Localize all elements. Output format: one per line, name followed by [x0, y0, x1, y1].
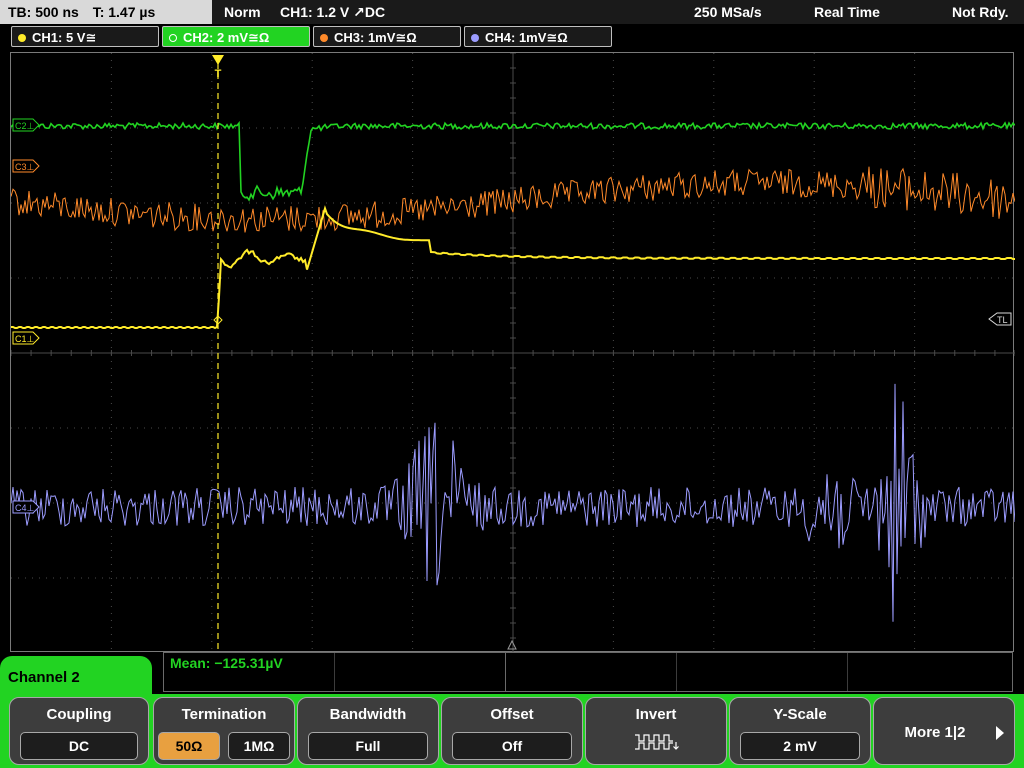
ch4-dot-icon: [471, 34, 479, 42]
sample-rate: 250 MSa/s: [694, 4, 762, 20]
trigger-marker-label: T: [215, 68, 222, 80]
tab-ch3[interactable]: CH3: 1mV≅Ω: [313, 26, 461, 47]
termination-1mohm-option[interactable]: 1MΩ: [228, 732, 290, 760]
coupling-softkey[interactable]: Coupling DC: [9, 697, 149, 765]
trigger-level-marker[interactable]: TL: [988, 312, 1012, 326]
yscale-title: Y-Scale: [773, 706, 827, 723]
menu-channel-tab[interactable]: Channel 2: [0, 656, 152, 696]
graticule: [11, 53, 1015, 653]
arrow-right-icon: [996, 726, 1004, 740]
tab-ch3-label: CH3: 1mV≅Ω: [334, 30, 417, 45]
offset-softkey[interactable]: Offset Off: [441, 697, 583, 765]
tab-ch4-label: CH4: 1mV≅Ω: [485, 30, 568, 45]
meas-divider: [334, 653, 335, 691]
offset-value[interactable]: Off: [452, 732, 572, 760]
bandwidth-value[interactable]: Full: [308, 732, 428, 760]
trigger-level-label: TL: [997, 315, 1008, 325]
ch1-level-marker[interactable]: C1⊥: [12, 331, 40, 345]
coupling-title: Coupling: [46, 706, 112, 723]
termination-title: Termination: [181, 706, 267, 723]
coupling-value[interactable]: DC: [20, 732, 138, 760]
tab-ch2-label: CH2: 2 mV≅Ω: [183, 30, 270, 45]
ch2-marker-label: C2⊥: [15, 121, 35, 131]
menu-channel-label: Channel 2: [8, 669, 80, 686]
tab-ch2[interactable]: CH2: 2 mV≅Ω: [162, 26, 310, 47]
trigger-status: Not Rdy.: [952, 4, 1009, 20]
tab-ch4[interactable]: CH4: 1mV≅Ω: [464, 26, 612, 47]
yscale-softkey[interactable]: Y-Scale 2 mV: [729, 697, 871, 765]
softkey-menu: Coupling DC Termination 50Ω 1MΩ Bandwidt…: [0, 694, 1024, 768]
trigger-marker-icon[interactable]: [212, 55, 224, 65]
tab-ch1-label: CH1: 5 V≅: [32, 30, 97, 45]
acquisition-mode: Real Time: [814, 4, 880, 20]
ch3-level-marker[interactable]: C3⊥: [12, 159, 40, 173]
invert-title: Invert: [635, 706, 677, 723]
termination-50ohm-option[interactable]: 50Ω: [158, 732, 220, 760]
meas-divider: [847, 653, 848, 691]
waveform-display[interactable]: T C2⊥ C3⊥ C1⊥ C4⊥ TL: [10, 52, 1015, 653]
ch4-marker-label: C4⊥: [15, 503, 35, 513]
more-label: More 1|2: [904, 724, 966, 741]
timebase-label: TB: 500 ns: [8, 4, 79, 20]
ch2-dot-icon: [169, 34, 177, 42]
measurement-panel: Mean: −125.31µV: [163, 652, 1013, 692]
mean-measurement: Mean: −125.31µV: [170, 655, 283, 671]
invert-softkey[interactable]: Invert: [585, 697, 727, 765]
meas-divider: [676, 653, 677, 691]
bandwidth-title: Bandwidth: [329, 706, 407, 723]
termination-softkey[interactable]: Termination 50Ω 1MΩ: [153, 697, 295, 765]
offset-title: Offset: [490, 706, 534, 723]
status-bar: TB: 500 ns T: 1.47 µs Norm CH1: 1.2 V ↗D…: [0, 0, 1024, 24]
ch1-marker-label: C1⊥: [15, 334, 35, 344]
time-reference-icon: [507, 639, 517, 650]
trigger-time-label: T: 1.47 µs: [92, 4, 156, 20]
channel-tabs: CH1: 5 V≅ CH2: 2 mV≅Ω CH3: 1mV≅Ω CH4: 1m…: [0, 26, 1024, 48]
ch3-dot-icon: [320, 34, 328, 42]
ch2-level-marker[interactable]: C2⊥: [12, 118, 40, 132]
ch1-dot-icon: [18, 34, 26, 42]
more-softkey[interactable]: More 1|2: [873, 697, 1015, 765]
timebase-box[interactable]: TB: 500 ns T: 1.47 µs: [0, 0, 212, 24]
trigger-setting[interactable]: CH1: 1.2 V ↗DC: [280, 0, 385, 24]
waveform-svg: T C2⊥ C3⊥ C1⊥ C4⊥ TL: [11, 53, 1015, 653]
ch3-marker-label: C3⊥: [15, 162, 35, 172]
invert-waveform-icon: [635, 734, 679, 750]
meas-divider: [505, 653, 506, 691]
yscale-value[interactable]: 2 mV: [740, 732, 860, 760]
ch4-level-marker[interactable]: C4⊥: [12, 500, 40, 514]
bandwidth-softkey[interactable]: Bandwidth Full: [297, 697, 439, 765]
trigger-mode[interactable]: Norm: [224, 0, 261, 24]
tab-ch1[interactable]: CH1: 5 V≅: [11, 26, 159, 47]
